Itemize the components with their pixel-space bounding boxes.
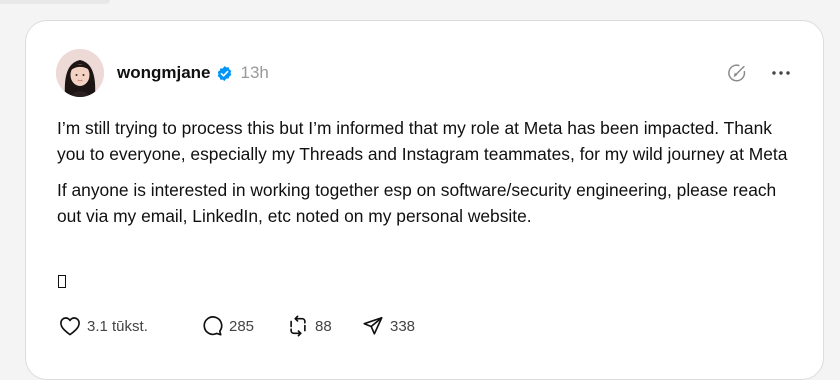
like-button[interactable]: 3.1 tūkst.: [59, 316, 201, 336]
post-actions: 3.1 tūkst. 285 88 338: [59, 314, 415, 338]
post-body: I’m still trying to process this but I’m…: [57, 115, 797, 239]
repost-count: 88: [315, 317, 332, 335]
header-actions: [725, 61, 793, 85]
reply-count: 285: [229, 317, 255, 335]
share-button[interactable]: 338: [362, 315, 415, 337]
thread-post-card: wongmjane 13h I’m still trying to proces…: [25, 20, 824, 380]
username[interactable]: wongmjane: [117, 63, 211, 83]
post-paragraph-2: If anyone is interested in working toget…: [57, 180, 777, 226]
like-count: 3.1 tūkst.: [87, 317, 148, 335]
post-time[interactable]: 13h: [241, 63, 269, 83]
repost-button[interactable]: 88: [287, 315, 362, 337]
avatar-image: [56, 49, 104, 97]
share-count: 338: [390, 317, 416, 335]
send-icon: [363, 316, 383, 335]
repost-icon: [290, 315, 306, 337]
post-header: wongmjane 13h: [117, 61, 269, 85]
pen-circle-icon[interactable]: [725, 61, 749, 85]
previous-post-edge: [0, 0, 110, 4]
comment-icon: [203, 316, 223, 336]
verified-badge-icon: [216, 65, 233, 82]
heart-icon: [60, 317, 80, 336]
avatar[interactable]: [56, 49, 104, 97]
missing-glyph-icon: [58, 275, 66, 288]
post-paragraph-1: I’m still trying to process this but I’m…: [57, 118, 788, 164]
more-icon[interactable]: [769, 61, 793, 85]
reply-button[interactable]: 285: [201, 315, 287, 337]
